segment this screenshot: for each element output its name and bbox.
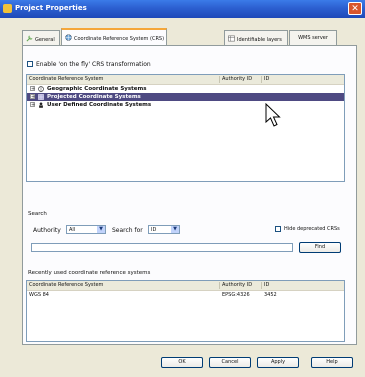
expand-icon[interactable]: +: [30, 102, 35, 108]
globe-icon: [65, 34, 72, 41]
grid-icon: [38, 94, 44, 100]
column-header-id[interactable]: ID: [262, 76, 344, 83]
column-header-crs[interactable]: Coordinate Reference System: [27, 282, 220, 289]
column-header-authority-id[interactable]: Authority ID: [220, 76, 262, 83]
expand-icon[interactable]: +: [30, 94, 35, 100]
globe-icon: [38, 86, 44, 92]
chevron-down-icon: ▼: [97, 226, 105, 233]
search-input[interactable]: [31, 243, 293, 252]
tree-item-geographic[interactable]: + Geographic Coordinate Systems: [27, 85, 344, 93]
tab-label: General: [35, 37, 55, 43]
tab-crs[interactable]: Coordinate Reference System (CRS): [61, 28, 167, 45]
column-header-id[interactable]: ID: [262, 282, 344, 289]
crs-tree[interactable]: Coordinate Reference System Authority ID…: [26, 74, 345, 182]
recent-crs-table[interactable]: Coordinate Reference System Authority ID…: [26, 280, 345, 342]
apply-button[interactable]: Apply: [257, 357, 299, 368]
expand-icon[interactable]: +: [30, 86, 35, 92]
enable-otf-label: Enable 'on the fly' CRS transformation: [36, 61, 151, 68]
search-for-label: Search for: [112, 227, 143, 234]
mouse-cursor-icon: [265, 103, 281, 127]
tree-item-projected[interactable]: + Projected Coordinate Systems: [27, 93, 344, 101]
recent-crs-authority: EPSG:4326: [222, 292, 250, 298]
chevron-down-icon: ▼: [171, 226, 179, 233]
project-properties-dialog: Project Properties ✕ General Coordinate …: [0, 0, 365, 377]
ok-button[interactable]: OK: [161, 357, 203, 368]
tab-label: Coordinate Reference System (CRS): [74, 36, 165, 42]
wrench-icon: [26, 35, 33, 42]
column-header-crs[interactable]: Coordinate Reference System: [27, 76, 220, 83]
table-icon: [228, 35, 235, 42]
recent-crs-id: 3452: [264, 292, 277, 298]
recent-table-header: Coordinate Reference System Authority ID…: [27, 281, 344, 291]
hide-deprecated-label: Hide deprecated CRSs: [284, 226, 340, 232]
find-button[interactable]: Find: [299, 242, 341, 253]
tab-general[interactable]: General: [22, 30, 60, 45]
window-title: Project Properties: [15, 4, 87, 12]
hide-deprecated-checkbox[interactable]: [275, 226, 281, 232]
tab-label: Identifiable layers: [237, 37, 282, 43]
tab-identifiable-layers[interactable]: Identifiable layers: [224, 30, 288, 45]
title-bar[interactable]: Project Properties ✕: [0, 0, 365, 18]
recent-crs-label: Recently used coordinate reference syste…: [28, 270, 151, 276]
tree-item-user-defined[interactable]: + User Defined Coordinate Systems: [27, 101, 344, 109]
authority-label: Authority: [33, 227, 61, 234]
tree-item-label: User Defined Coordinate Systems: [47, 102, 152, 108]
user-icon: [39, 102, 43, 108]
app-icon: [3, 4, 12, 13]
authority-value: All: [69, 227, 76, 233]
tab-label: WMS server: [298, 35, 328, 41]
tree-item-label: Geographic Coordinate Systems: [47, 86, 147, 92]
search-for-value: ID: [151, 227, 157, 233]
search-for-select[interactable]: ID ▼: [148, 225, 180, 234]
recent-crs-name: WGS 84: [29, 292, 49, 298]
authority-select[interactable]: All ▼: [66, 225, 106, 234]
tab-wms-server[interactable]: WMS server: [289, 30, 337, 45]
column-header-authority-id[interactable]: Authority ID: [220, 282, 262, 289]
close-button[interactable]: ✕: [348, 2, 362, 15]
tree-item-label: Projected Coordinate Systems: [47, 94, 141, 100]
help-button[interactable]: Help: [311, 357, 353, 368]
cancel-button[interactable]: Cancel: [209, 357, 251, 368]
crs-tree-header: Coordinate Reference System Authority ID…: [27, 75, 344, 85]
search-section-label: Search: [28, 211, 47, 217]
enable-otf-checkbox[interactable]: [27, 61, 33, 67]
table-row[interactable]: WGS 84 EPSG:4326 3452: [27, 291, 344, 299]
